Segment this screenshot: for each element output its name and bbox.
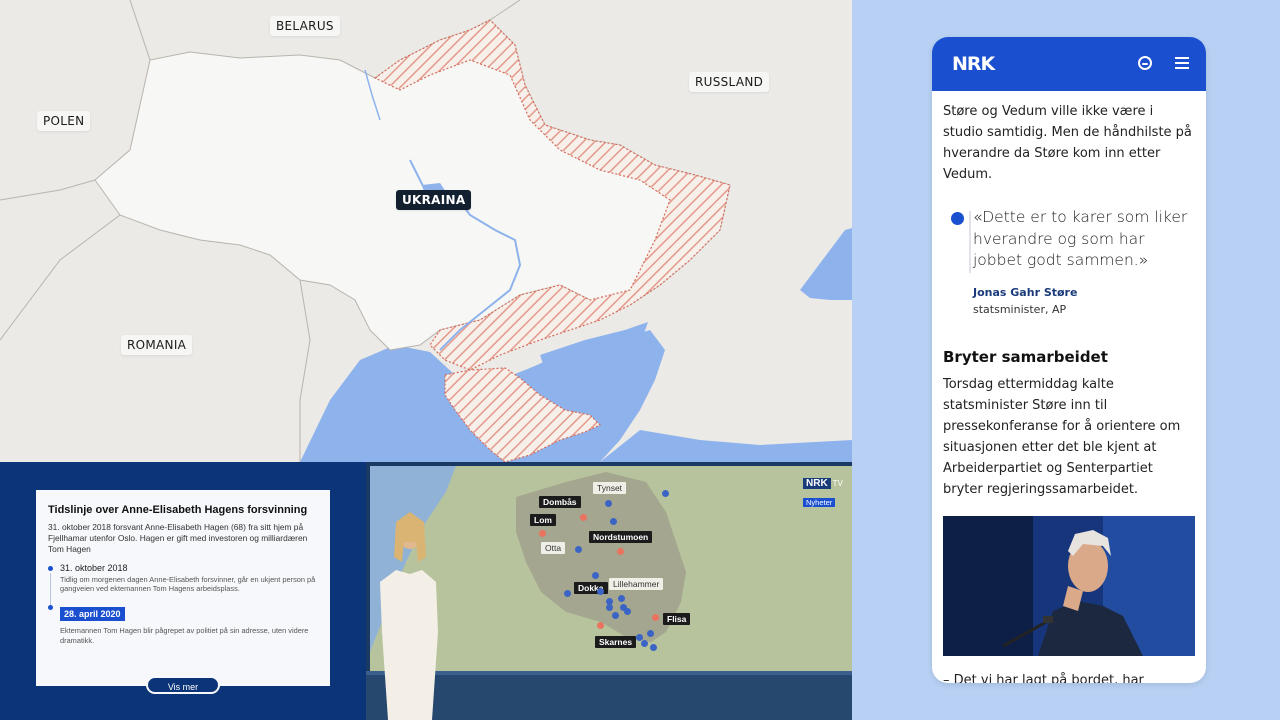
place-dombas: Dombås [539, 496, 581, 508]
tv-logo-text: TV [832, 479, 843, 488]
marker-dot [612, 612, 619, 619]
marker-dot [650, 644, 657, 651]
menu-icon[interactable] [1175, 57, 1189, 69]
marker-dot [641, 640, 648, 647]
article-photo[interactable] [943, 515, 1195, 656]
place-lom: Lom [530, 514, 556, 526]
marker-dot [610, 518, 617, 525]
label-russia: RUSSLAND [689, 72, 770, 92]
article-paragraph: Støre og Vedum ville ikke være i studio … [943, 104, 1192, 182]
marker-dot [652, 614, 659, 621]
quote-dot-icon [951, 212, 964, 225]
marker-dot [605, 500, 612, 507]
tv-news-frame: Dombås Tynset Lom Nordstumoen Otta Dokka… [366, 462, 852, 720]
timeline-entry[interactable]: 31. oktober 2018 Tidlig om morgenen dage… [48, 562, 318, 609]
label-ukraine: UKRAINA [396, 190, 472, 210]
quote-block: «Dette er to karer som liker hverandre o… [943, 207, 1195, 316]
marker-dot [618, 595, 625, 602]
timeline-text: Ektemannen Tom Hagen blir pågrepet av po… [60, 626, 309, 645]
timeline-dot-icon [48, 565, 53, 571]
timeline-panel: Tidslinje over Anne-Elisabeth Hagens for… [0, 462, 366, 720]
timeline-text: Tidlig om morgenen dagen Anne-Elisabeth … [60, 574, 316, 594]
timeline-entry-active[interactable]: 28. april 2020 Ektemannen Tom Hagen blir… [48, 602, 318, 645]
profile-icon[interactable] [1138, 56, 1152, 70]
show-more-button[interactable]: Vis mer [146, 676, 220, 694]
quote-bar [969, 211, 971, 273]
marker-dot [647, 630, 654, 637]
phone-article: NRK Støre og Vedum ville ikke være i stu… [932, 37, 1206, 683]
marker-dot [624, 608, 631, 615]
place-flisa: Flisa [663, 613, 691, 625]
label-belarus: BELARUS [270, 16, 340, 36]
article-subheading: Bryter samarbeidet [943, 347, 1108, 366]
timeline-title: Tidslinje over Anne-Elisabeth Hagens for… [48, 504, 308, 516]
article-paragraph: – Det vi har lagt på bordet, har dessver… [943, 672, 1144, 684]
ukraine-map: BELARUS RUSSLAND POLEN UKRAINA ROMANIA [0, 0, 852, 462]
marker-dot [617, 548, 624, 555]
timeline-date-active: 28. april 2020 [60, 607, 125, 622]
quote-author[interactable]: Jonas Gahr Støre [973, 286, 1195, 299]
place-tynset: Tynset [593, 482, 627, 494]
map-graphic [0, 0, 852, 462]
quote-text: «Dette er to karer som liker hverandre o… [973, 208, 1188, 269]
marker-dot [564, 590, 571, 597]
photo-graphic [943, 515, 1195, 656]
label-poland: POLEN [37, 111, 91, 131]
place-skarnes: Skarnes [595, 636, 637, 648]
place-lillehammer: Lillehammer [609, 578, 664, 590]
quote-author-role: statsminister, AP [973, 302, 1067, 316]
nrk-logo[interactable]: NRK [952, 53, 995, 75]
timeline-date: 31. oktober 2018 [60, 562, 128, 573]
marker-dot [662, 490, 669, 497]
marker-dot [539, 530, 546, 537]
timeline-intro: 31. oktober 2018 forsvant Anne-Elisabeth… [48, 522, 308, 554]
place-otta: Otta [541, 542, 566, 554]
marker-dot [580, 514, 587, 521]
article-paragraph: Torsdag ettermiddag kalte statsminister … [943, 376, 1181, 497]
article-content: Støre og Vedum ville ikke være i studio … [943, 91, 1195, 683]
timeline-dot-icon [48, 605, 53, 611]
marker-dot [606, 604, 613, 611]
timeline-card: Tidslinje over Anne-Elisabeth Hagens for… [36, 490, 330, 694]
nrk-logo-text: NRK [803, 478, 831, 489]
place-nordstumoen: Nordstumoen [589, 531, 653, 543]
marker-dot [597, 588, 604, 595]
nrk-tv-logo: NRK TV Nyheter [803, 471, 845, 509]
label-romania: ROMANIA [121, 335, 193, 355]
news-logo-text: Nyheter [803, 498, 836, 507]
app-header: NRK [932, 37, 1206, 91]
marker-dot [597, 622, 604, 629]
marker-dot [575, 546, 582, 553]
marker-dot [592, 572, 599, 579]
